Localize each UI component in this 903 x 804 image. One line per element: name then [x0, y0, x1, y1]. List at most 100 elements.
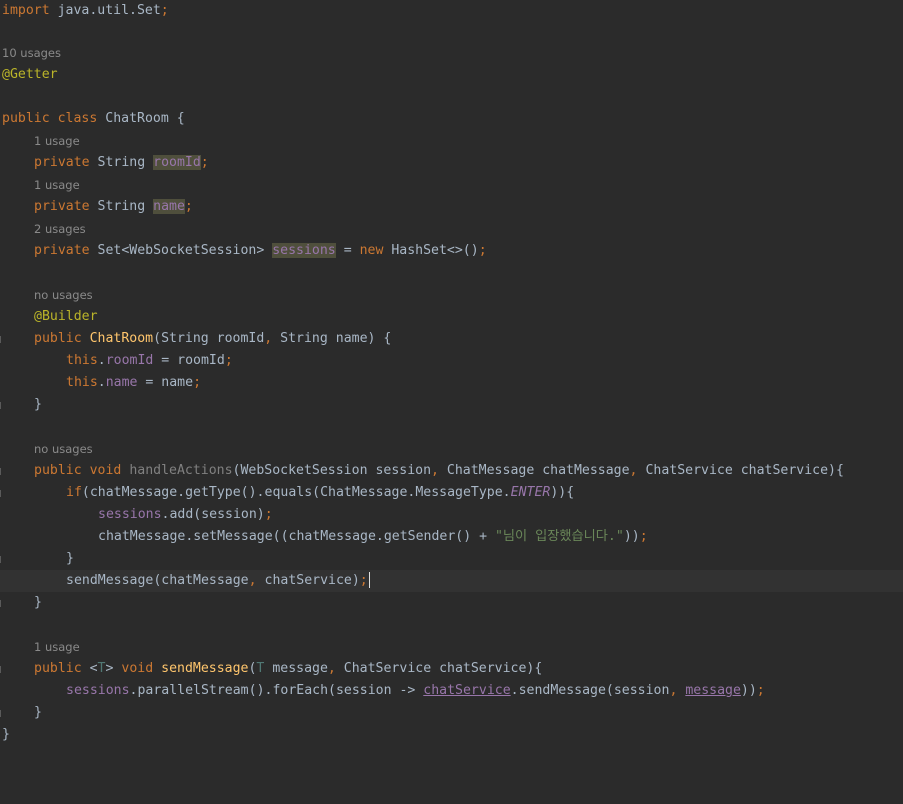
code-line-field-sessions[interactable]: private Set<WebSocketSession> sessions =… — [0, 240, 903, 262]
ctor-param-roomId: (String roomId — [153, 331, 265, 346]
keyword-private: private — [34, 199, 90, 214]
comma: , — [629, 463, 646, 478]
code-line-class-close[interactable]: } — [0, 724, 903, 746]
code-line-if-close[interactable]: } — [0, 548, 903, 570]
fold-marker[interactable] — [0, 336, 4, 343]
code-line-sendMessage-close[interactable]: } — [0, 702, 903, 724]
code-line-constructor[interactable]: public ChatRoom(String roomId, String na… — [0, 328, 903, 350]
keyword-new: new — [359, 243, 384, 258]
comma: , — [248, 573, 265, 588]
semicolon: ; — [200, 155, 209, 170]
keyword-class: class — [57, 111, 98, 126]
text-caret — [368, 572, 370, 588]
generic-open: < — [89, 661, 98, 676]
code-line-handleActions[interactable]: public void handleActions(WebSocketSessi… — [0, 460, 903, 482]
send-call-arg1: sendMessage(chatMessage — [66, 573, 249, 588]
keyword-public: public — [34, 331, 82, 346]
keyword-if: if — [66, 485, 82, 500]
semicolon: ; — [478, 243, 487, 258]
code-line-builder-annotation[interactable]: @Builder — [0, 306, 903, 328]
method-sendMessage: sendMessage — [161, 661, 249, 676]
code-line-import[interactable]: import java.util.Set; — [0, 0, 903, 22]
field-roomId: roomId — [153, 155, 201, 170]
close-brace: } — [2, 727, 10, 742]
dot: . — [97, 375, 106, 390]
sessions-add-call: .add(session) — [161, 507, 265, 522]
code-line-field-name[interactable]: private String name; — [0, 196, 903, 218]
fold-marker[interactable] — [0, 600, 4, 607]
keyword-public: public — [34, 463, 82, 478]
usages-hint-constructor[interactable]: no usages — [34, 286, 93, 304]
usages-hint-roomId[interactable]: 1 usage — [34, 132, 80, 150]
code-editor[interactable]: import java.util.Set; 10 usages @Getter … — [0, 0, 903, 804]
hashset-ctor: HashSet<>() — [383, 243, 479, 258]
close-brace: } — [34, 397, 42, 412]
code-line-assign-roomId[interactable]: this.roomId = roomId; — [0, 350, 903, 372]
builder-annotation: @Builder — [34, 309, 98, 324]
class-name: ChatRoom — [105, 111, 169, 126]
if-condition: (chatMessage.getType().equals(ChatMessag… — [81, 485, 511, 500]
usages-hint-handleActions[interactable]: no usages — [34, 440, 93, 458]
code-line-sessions-add[interactable]: sessions.add(session); — [0, 504, 903, 526]
usages-hint-sendMessage[interactable]: 1 usage — [34, 638, 80, 656]
stream-end: )) — [740, 683, 757, 698]
comma: , — [431, 463, 447, 478]
set-message-call: chatMessage.setMessage((chatMessage.getS… — [98, 529, 495, 544]
assign-op: = — [335, 243, 360, 258]
assign-name: = name — [137, 375, 194, 390]
send-message-inner: .sendMessage(session — [510, 683, 670, 698]
semicolon: ; — [359, 573, 368, 588]
code-line-getter-annotation[interactable]: @Getter — [0, 64, 903, 86]
field-name-ref: name — [105, 375, 138, 390]
set-message-end: )) — [623, 529, 640, 544]
comma: , — [669, 683, 686, 698]
enum-constant-enter: ENTER — [510, 485, 551, 500]
semicolon: ; — [639, 529, 648, 544]
code-line-assign-name[interactable]: this.name = name; — [0, 372, 903, 394]
assign-roomId: = roomId — [153, 353, 225, 368]
open-brace: { — [168, 111, 185, 126]
fold-marker[interactable] — [0, 556, 4, 563]
field-sessions: sessions — [272, 243, 336, 258]
usages-hint-name[interactable]: 1 usage — [34, 176, 80, 194]
code-line-parallel-stream[interactable]: sessions.parallelStream().forEach(sessio… — [0, 680, 903, 702]
close-brace: } — [66, 551, 74, 566]
type-string: String — [97, 199, 146, 214]
keyword-this: this — [66, 353, 98, 368]
semicolon: ; — [756, 683, 765, 698]
fold-marker[interactable] — [0, 468, 4, 475]
code-line-sendMessage[interactable]: public <T> void sendMessage(T message, C… — [0, 658, 903, 680]
parallel-stream-call: .parallelStream().forEach(session -> — [129, 683, 424, 698]
close-brace: } — [34, 705, 42, 720]
code-line-constructor-close[interactable]: } — [0, 394, 903, 416]
code-line-field-roomId[interactable]: private String roomId; — [0, 152, 903, 174]
code-line-set-message[interactable]: chatMessage.setMessage((chatMessage.getS… — [0, 526, 903, 548]
captured-message: message — [685, 683, 741, 698]
keyword-void: void — [89, 463, 122, 478]
fold-marker[interactable] — [0, 490, 4, 497]
param-chatService: ChatService chatService){ — [343, 661, 543, 676]
getter-annotation: @Getter — [2, 67, 58, 82]
field-name: name — [153, 199, 185, 214]
param-message: message — [264, 661, 328, 676]
fold-marker[interactable] — [0, 666, 4, 673]
method-handleActions: handleActions — [129, 463, 233, 478]
keyword-private: private — [34, 155, 90, 170]
ctor-param-name: String name) { — [280, 331, 392, 346]
field-sessions-ref: sessions — [98, 507, 162, 522]
constructor-name: ChatRoom — [89, 331, 154, 346]
keyword-public: public — [34, 661, 82, 676]
fold-marker[interactable] — [0, 402, 4, 409]
code-line-handleActions-close[interactable]: } — [0, 592, 903, 614]
code-line-class-declaration[interactable]: public class ChatRoom { — [0, 108, 903, 130]
generic-close: > — [105, 661, 114, 676]
dot: . — [97, 353, 106, 368]
usages-hint-class[interactable]: 10 usages — [2, 44, 61, 62]
semicolon: ; — [184, 199, 193, 214]
fold-marker[interactable] — [0, 710, 4, 717]
field-sessions-ref: sessions — [66, 683, 130, 698]
keyword-public: public — [2, 111, 50, 126]
code-line-send-call-current[interactable]: sendMessage(chatMessage, chatService); — [0, 570, 903, 592]
code-line-if[interactable]: if(chatMessage.getType().equals(ChatMess… — [0, 482, 903, 504]
usages-hint-sessions[interactable]: 2 usages — [34, 220, 86, 238]
